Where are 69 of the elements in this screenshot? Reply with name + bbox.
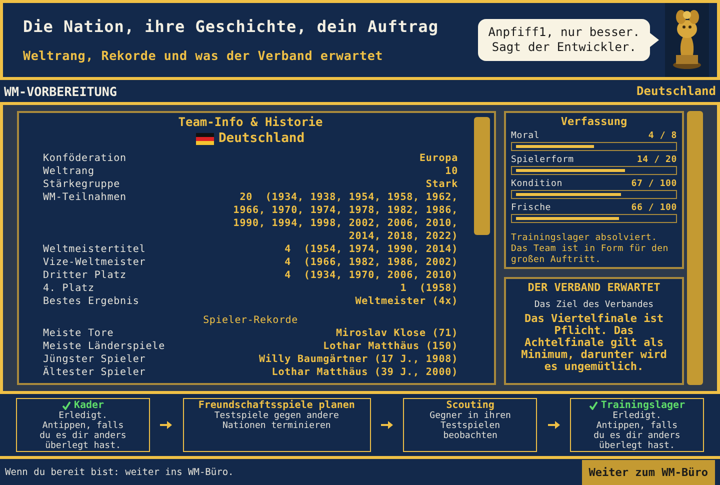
section-title: Spieler-Rekorde xyxy=(202,314,299,327)
stat-value: 10 xyxy=(445,165,458,178)
meter-label: Kondition xyxy=(511,179,562,190)
step-card[interactable]: Scouting Gegner in ihren Testspielen beobachten xyxy=(403,398,538,452)
flag-icon xyxy=(196,133,214,145)
arrow-icon xyxy=(160,420,172,430)
stat-label: Vize-Weltmeister xyxy=(43,256,146,269)
step-description: Gegner in ihren Testspielen beobachten xyxy=(430,411,511,441)
stat-value: Lothar Matthäus (150) xyxy=(323,340,458,353)
stat-label: Meiste Tore xyxy=(43,327,114,340)
stat-value: Europa xyxy=(419,152,458,165)
panel-subtitle: Das Ziel des Verbandes xyxy=(534,300,654,310)
stat-value: 4 (1966, 1982, 1986, 2002) xyxy=(284,256,458,269)
speech-bubble: Anpfiff1, nur besser. Sagt der Entwickler. xyxy=(478,19,650,61)
status-note: Trainingslager absolviert. Das Team ist in Form für den großen Auftritt. xyxy=(511,233,670,266)
stat-label: Stärkegruppe xyxy=(43,178,120,191)
stat-label: Bestes Ergebnis xyxy=(43,295,140,308)
step-title: Freundschaftsspiele planen xyxy=(198,400,355,411)
stat-value: 1 (1958) xyxy=(400,282,458,295)
country-name: Deutschland xyxy=(636,84,716,98)
step-card[interactable]: Kader Erledigt. Antippen, falls du es dir anders überlegt hast. xyxy=(16,398,150,452)
arrow-icon xyxy=(380,420,393,430)
stat-label: 4. Platz xyxy=(43,282,94,295)
step-description: Erledigt. Antippen, falls du es dir anders überlegt hast. xyxy=(40,411,126,451)
stat-label: Dritter Platz xyxy=(43,269,126,282)
meter-label: Spielerform xyxy=(511,155,574,166)
screen-title: WM-VORBEREITUNG xyxy=(4,84,117,98)
panel-title: Team-Info & Historie xyxy=(177,115,324,130)
stat-label: Meiste Länderspiele xyxy=(43,340,165,353)
step-title: Kader xyxy=(74,400,104,411)
step-title: Trainingslager xyxy=(600,400,686,411)
header-title: Die Nation, ihre Geschichte, dein Auftrag xyxy=(23,17,440,36)
stat-value: Lothar Matthäus (39 J., 2000) xyxy=(272,366,458,379)
header-subtitle: Weltrang, Rekorde und was der Verband erwartet xyxy=(23,48,384,63)
stat-value: Willy Baumgärtner (17 J., 1908) xyxy=(258,353,458,366)
stat-label: Jüngster Spieler xyxy=(43,353,146,366)
stat-value: 20 (1934, 1938, 1954, 1958, 1962, 1966, 1970, 1974, 1978, 1982, 1986, 1990, 1994, 1998, 2002, 2006, 2010, 2014, 2018, 2022) xyxy=(233,191,458,243)
check-icon xyxy=(588,401,598,410)
stat-value: 4 (1934, 1970, 2006, 2010) xyxy=(284,269,458,282)
scrollbar-thumb[interactable] xyxy=(474,117,490,235)
panel-title: DER VERBAND ERWARTET xyxy=(528,281,660,294)
scrollbar-thumb[interactable] xyxy=(687,111,703,385)
stat-value: Weltmeister (4x) xyxy=(355,295,458,308)
step-description: Testspiele gegen andere Nationen terminieren xyxy=(214,411,339,431)
step-card[interactable]: Trainingslager Erledigt. Antippen, falls du es dir anders überlegt hast. xyxy=(570,398,704,452)
step-card[interactable]: Freundschaftsspiele planen Testspiele gegen andere Nationen terminieren xyxy=(182,398,371,452)
continue-button[interactable]: Weiter zum WM-Büro xyxy=(582,460,715,484)
stat-value: Stark xyxy=(426,178,458,191)
meter-reading: 66 / 100 xyxy=(631,203,677,214)
step-description: Erledigt. Antippen, falls du es dir anders überlegt hast. xyxy=(594,411,680,451)
footer-hint: Wenn du bereit bist: weiter ins WM-Büro. xyxy=(5,466,234,478)
stat-label: Konföderation xyxy=(43,152,126,165)
stat-value: 4 (1954, 1974, 1990, 2014) xyxy=(284,243,458,256)
meter-reading: 4 / 8 xyxy=(648,131,677,142)
goal-text: Das Viertelfinale ist Pflicht. Das Achtelfinale gilt als Minimum, darunter wird es ungemütlich. xyxy=(520,313,668,373)
stat-label: Weltrang xyxy=(43,165,94,178)
check-icon xyxy=(62,401,71,410)
meter-label: Frische xyxy=(511,203,552,214)
meter-reading: 67 / 100 xyxy=(631,179,677,190)
panel-title: Verfassung xyxy=(560,115,628,128)
arrow-icon xyxy=(548,420,560,430)
stat-value: Miroslav Klose (71) xyxy=(336,327,458,340)
stat-label: WM-Teilnahmen xyxy=(43,191,126,205)
stat-label: Weltmeistertitel xyxy=(43,243,146,256)
stat-label: Ältester Spieler xyxy=(43,366,146,379)
meter-label: Moral xyxy=(511,131,540,142)
meter-reading: 14 / 20 xyxy=(636,155,677,166)
country-name: Deutschland xyxy=(218,130,305,148)
step-title: Scouting xyxy=(446,400,494,411)
